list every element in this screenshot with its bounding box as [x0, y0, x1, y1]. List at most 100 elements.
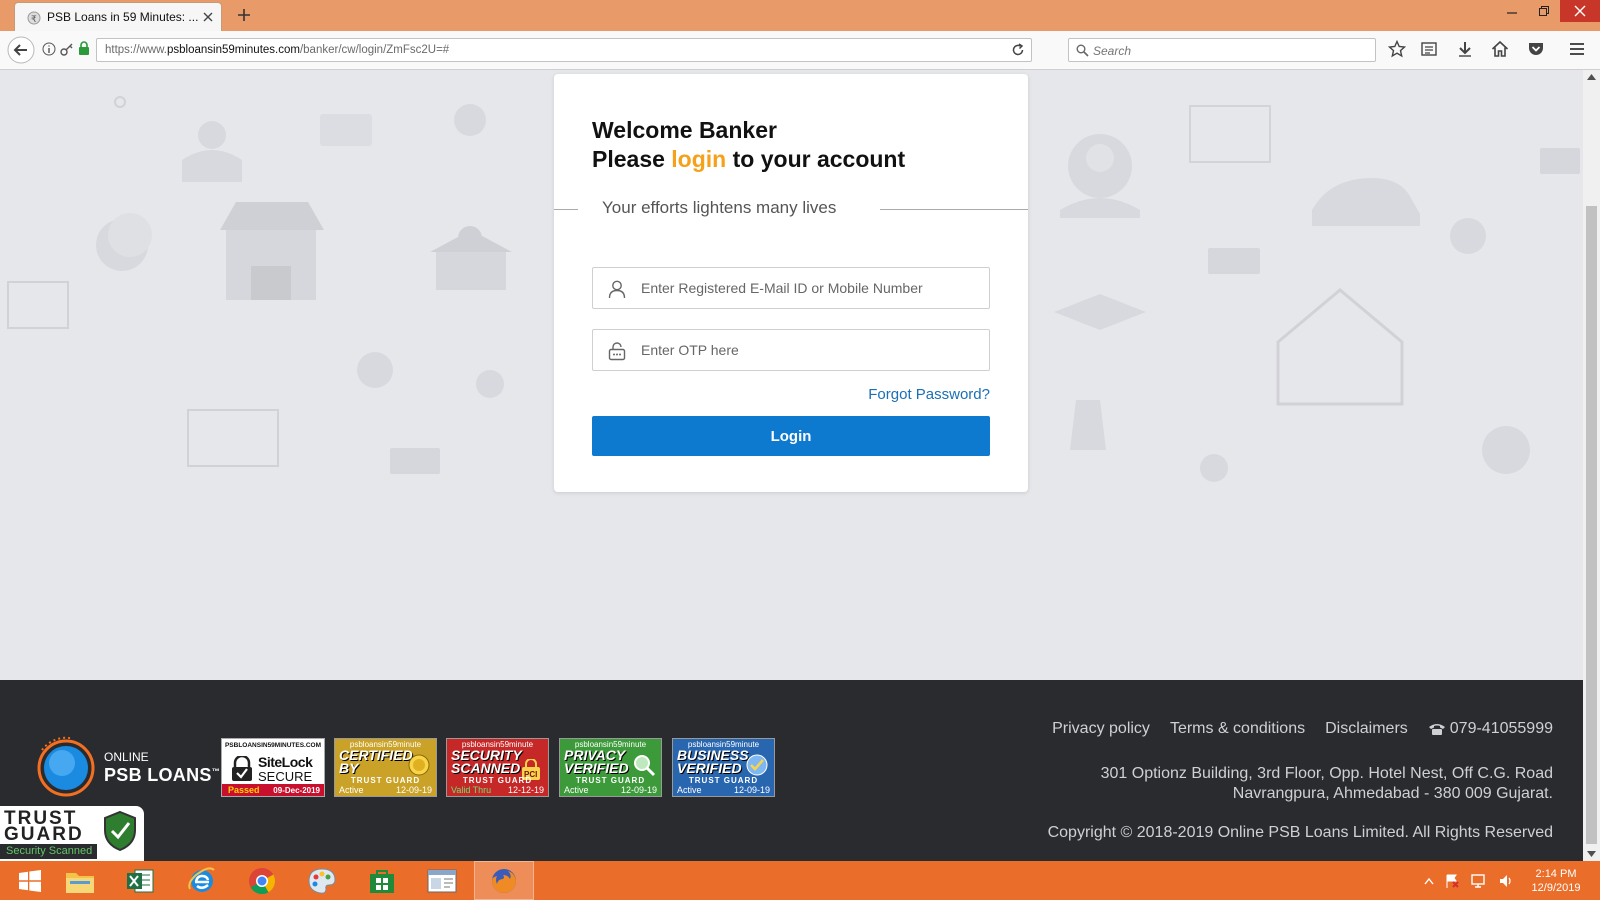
volume-icon[interactable]	[1498, 873, 1514, 889]
badge-date: 12-12-19	[507, 785, 544, 795]
pocket-icon[interactable]	[1527, 40, 1545, 58]
sitelock-secure: SECURE	[258, 769, 313, 784]
badge-title: PRIVACY VERIFIED	[564, 747, 629, 776]
windows-taskbar: 2:14 PM 12/9/2019	[0, 861, 1600, 900]
footer: ONLINE PSB LOANS™ PSBLOANSIN59MINUTES.CO…	[0, 680, 1583, 861]
download-icon[interactable]	[1456, 40, 1474, 58]
tagline-divider-left	[554, 209, 578, 210]
action-center-flag-icon[interactable]	[1444, 873, 1460, 889]
tray-up-arrow-icon[interactable]	[1424, 877, 1434, 885]
sitelock-domain: PSBLOANSIN59MINUTES.COM	[224, 742, 322, 749]
login-card: Welcome Banker Please login to your acco…	[554, 74, 1028, 492]
minimize-icon[interactable]	[1496, 0, 1528, 22]
sitelock-lock-icon	[230, 756, 254, 782]
internet-explorer-icon[interactable]	[172, 861, 232, 900]
trustguard-scanned: Security Scanned	[0, 844, 97, 859]
otp-input[interactable]	[641, 340, 971, 360]
restore-icon[interactable]	[1528, 0, 1560, 22]
close-window-icon[interactable]	[1560, 0, 1600, 22]
email-input[interactable]	[641, 278, 971, 298]
system-tray	[1424, 861, 1514, 900]
welcome-text: Welcome Banker	[592, 117, 777, 143]
badge-status: Active	[564, 785, 589, 795]
badge-status: Active	[677, 785, 702, 795]
badge-date: 12-09-19	[395, 785, 432, 795]
badge-brand: TRUST GUARD	[575, 776, 646, 785]
network-icon[interactable]	[1470, 873, 1488, 889]
sitelock-badge[interactable]: PSBLOANSIN59MINUTES.COM SiteLock SECURE …	[221, 738, 325, 797]
email-field[interactable]	[592, 267, 990, 309]
search-icon	[1076, 44, 1089, 57]
badge-status: Valid Thru	[451, 785, 492, 795]
address-bar[interactable]: https://www.psbloansin59minutes.com/bank…	[96, 38, 1032, 62]
page-favicon-icon: ₹	[27, 11, 41, 25]
firefox-icon[interactable]	[474, 861, 534, 900]
chrome-icon[interactable]	[232, 861, 292, 900]
back-icon[interactable]	[6, 35, 36, 65]
phone-number: 079-41055999	[1449, 720, 1553, 737]
page-scrollbar[interactable]	[1583, 70, 1600, 861]
certified-badge[interactable]: psbloansin59minute CERTIFIED BY TRUST GUA…	[334, 738, 437, 797]
please-text: Please	[592, 146, 672, 172]
phone-contact[interactable]: 079-41055999	[1428, 720, 1553, 738]
file-explorer-icon[interactable]	[50, 861, 110, 900]
scroll-down-icon[interactable]	[1587, 851, 1596, 857]
menu-hamburger-icon[interactable]	[1568, 40, 1586, 58]
disclaimers-link[interactable]: Disclaimers	[1325, 720, 1408, 738]
home-icon[interactable]	[1491, 40, 1509, 58]
phone-icon	[1428, 722, 1446, 736]
browser-titlebar: ₹ PSB Loans in 59 Minutes: ...	[0, 0, 1600, 31]
browser-tab[interactable]: ₹ PSB Loans in 59 Minutes: ...	[14, 2, 222, 31]
reload-icon[interactable]	[1011, 43, 1025, 57]
user-icon	[607, 279, 627, 299]
terms-conditions-link[interactable]: Terms & conditions	[1170, 720, 1305, 738]
badge-brand: TRUST GUARD	[462, 776, 533, 785]
trustguard-seal[interactable]: TRUST GUARD Security Scanned	[0, 806, 144, 861]
login-heading: Welcome Banker Please login to your acco…	[592, 116, 905, 174]
sitelock-date: 09-Dec-2019	[273, 786, 320, 795]
business-verified-badge[interactable]: psbloansin59minute BUSINESS VERIFIED TRUS…	[672, 738, 775, 797]
psb-globe-icon	[37, 736, 95, 797]
taskbar-clock[interactable]: 2:14 PM 12/9/2019	[1524, 867, 1588, 895]
close-tab-icon[interactable]	[201, 10, 215, 24]
psb-loans-logo[interactable]: ONLINE PSB LOANS™	[36, 735, 220, 799]
globe-check-icon	[745, 753, 769, 777]
bookmark-star-icon[interactable]	[1388, 40, 1406, 58]
badge-brand: TRUST GUARD	[688, 776, 759, 785]
privacy-policy-link[interactable]: Privacy policy	[1052, 720, 1150, 738]
browser-toolbar: https://www.psbloansin59minutes.com/bank…	[0, 31, 1600, 70]
clock-date: 12/9/2019	[1531, 882, 1581, 894]
forgot-password-link[interactable]: Forgot Password?	[868, 386, 990, 403]
tab-title: PSB Loans in 59 Minutes: ...	[47, 10, 199, 24]
magnifier-icon	[632, 753, 656, 777]
svg-text:₹: ₹	[31, 14, 37, 24]
search-input[interactable]	[1093, 42, 1363, 59]
footer-links: Privacy policy Terms & conditions Discla…	[1052, 720, 1553, 738]
info-icon[interactable]	[42, 42, 56, 56]
paint-icon[interactable]	[292, 861, 352, 900]
excel-icon[interactable]	[110, 861, 170, 900]
login-button[interactable]: Login	[592, 416, 990, 456]
security-scanned-badge[interactable]: psbloansin59minute SECURITY SCANNED PCI T…	[446, 738, 549, 797]
scroll-up-icon[interactable]	[1587, 74, 1596, 80]
reading-list-icon[interactable]	[1420, 40, 1438, 58]
otp-field[interactable]	[592, 329, 990, 371]
window-app-icon[interactable]	[412, 861, 472, 900]
address-line-1: 301 Optionz Building, 3rd Floor, Opp. Ho…	[1100, 765, 1553, 782]
new-tab-icon[interactable]	[236, 7, 252, 23]
page-viewport: Welcome Banker Please login to your acco…	[0, 70, 1583, 861]
tagline-divider-right	[880, 209, 1028, 210]
store-icon[interactable]	[352, 861, 412, 900]
scrollbar-thumb[interactable]	[1586, 206, 1597, 844]
badge-title: BUSINESS VERIFIED	[677, 747, 749, 776]
gold-medal-icon	[407, 753, 431, 777]
tagline: Your efforts lightens many lives	[554, 198, 1028, 218]
privacy-verified-badge[interactable]: psbloansin59minute PRIVACY VERIFIED TRUST…	[559, 738, 662, 797]
secure-lock-icon[interactable]	[78, 41, 90, 56]
shield-icon	[102, 810, 138, 852]
sitelock-status: Passed	[228, 785, 260, 795]
logo-psb-text: PSB LOANS™	[104, 765, 221, 785]
search-bar[interactable]	[1068, 38, 1376, 62]
key-icon[interactable]	[60, 42, 74, 56]
tagline-text: Your efforts lightens many lives	[602, 198, 837, 217]
